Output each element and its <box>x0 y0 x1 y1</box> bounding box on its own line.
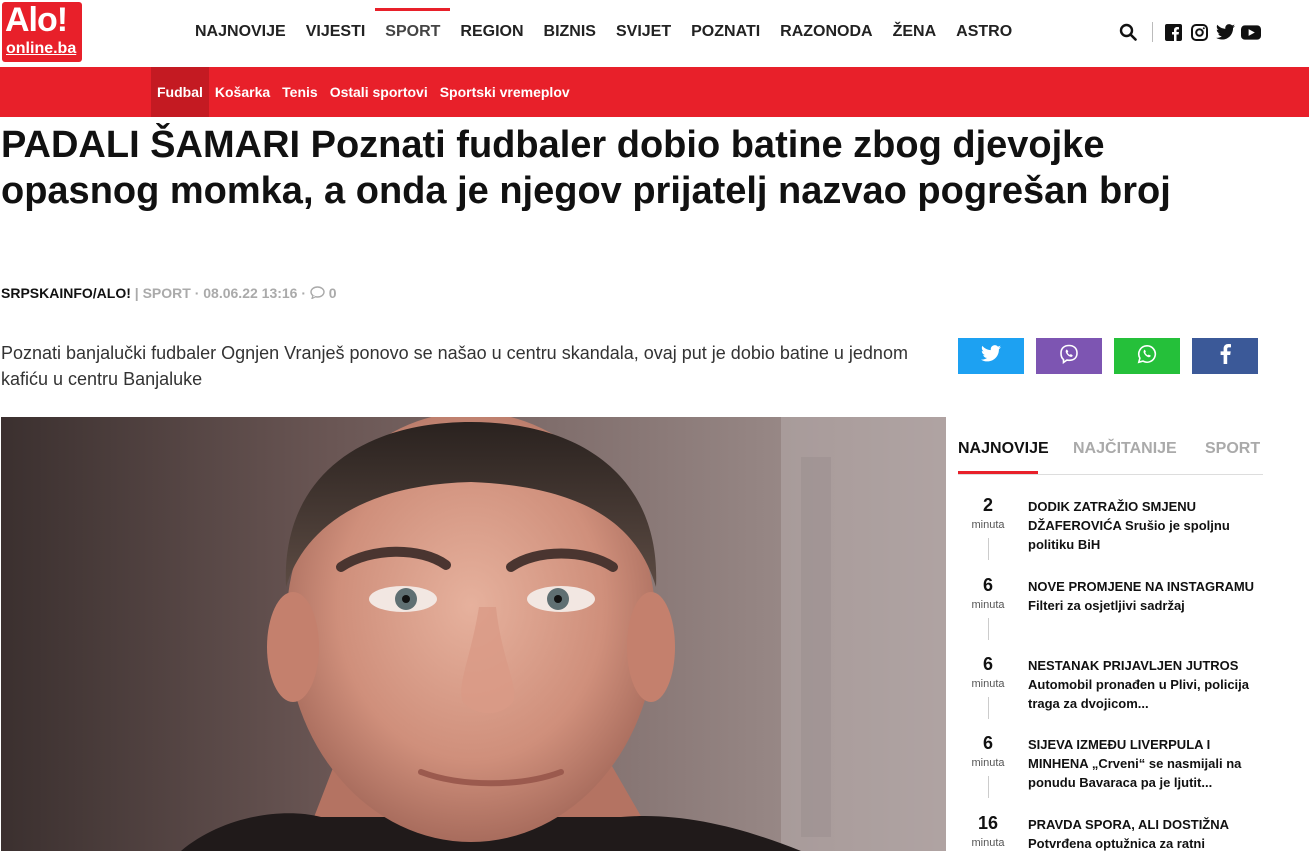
site-logo[interactable]: Alo! online.ba <box>2 1 82 62</box>
list-item[interactable]: 6 minuta NOVE PROMJENE NA INSTAGRAMU Fil… <box>958 573 1263 653</box>
news-title-kicker: PRAVDA SPORA, ALI DOSTIŽNA <box>1028 817 1229 832</box>
news-title-rest: Potvrđena optužnica za ratni <box>1028 836 1205 851</box>
subnav-item-ostali-sportovi[interactable]: Ostali sportovi <box>324 67 434 117</box>
nav-item-biznis[interactable]: BIZNIS <box>534 20 606 44</box>
twitter-icon <box>981 345 1001 367</box>
article-headline: PADALI ŠAMARI Poznati fudbaler dobio bat… <box>1 124 1171 212</box>
share-facebook-button[interactable] <box>1192 338 1258 374</box>
news-title-rest: Filteri za osjetljivi sadržaj <box>1028 598 1185 613</box>
news-time-number: 6 <box>982 575 993 595</box>
header-divider <box>1152 22 1153 42</box>
news-title-kicker: NOVE PROMJENE NA INSTAGRAMU <box>1028 579 1255 594</box>
logo-text-main: Alo! <box>5 1 68 39</box>
nav-item-astro[interactable]: ASTRO <box>946 20 1022 44</box>
nav-item-poznati[interactable]: POZNATI <box>681 20 770 44</box>
timeline-line <box>988 538 989 560</box>
list-item[interactable]: 6 minuta SIJEVA IZMEĐU LIVERPULA I MINHE… <box>958 731 1263 811</box>
subnav-item-fudbal[interactable]: Fudbal <box>151 67 209 117</box>
nav-item-razonoda[interactable]: RAZONODA <box>770 20 882 44</box>
subnav-item-tenis[interactable]: Tenis <box>276 67 324 117</box>
news-title[interactable]: NOVE PROMJENE NA INSTAGRAMU Filteri za o… <box>1028 577 1263 615</box>
article-date: · 08.06.22 13:16 · <box>194 285 307 301</box>
header-icons <box>1112 22 1261 42</box>
main-nav: NAJNOVIJE VIJESTI SPORT REGION BIZNIS SV… <box>185 8 1022 44</box>
news-time-number: 2 <box>982 495 993 515</box>
nav-item-sport[interactable]: SPORT <box>375 8 451 44</box>
news-time-number: 16 <box>977 813 999 833</box>
news-time-unit: minuta <box>971 837 1005 849</box>
facebook-icon <box>1220 343 1231 369</box>
active-tab-indicator <box>958 471 1038 474</box>
comment-count[interactable]: 0 <box>329 285 337 301</box>
instagram-icon[interactable] <box>1189 22 1209 42</box>
article-source[interactable]: SRPSKAINFO/ALO! <box>1 285 131 301</box>
tab-sport[interactable]: SPORT <box>1205 440 1260 458</box>
youtube-icon[interactable] <box>1241 22 1261 42</box>
news-title[interactable]: NESTANAK PRIJAVLJEN JUTROS Automobil pro… <box>1028 656 1263 713</box>
news-title[interactable]: DODIK ZATRAŽIO SMJENU DŽAFEROVIĆA Srušio… <box>1028 497 1263 554</box>
viber-icon <box>1059 344 1079 369</box>
tab-najcitanije[interactable]: NAJČITANIJE <box>1073 440 1177 458</box>
share-twitter-button[interactable] <box>958 338 1024 374</box>
list-item[interactable]: 2 minuta DODIK ZATRAŽIO SMJENU DŽAFEROVI… <box>958 493 1263 573</box>
timeline-line <box>988 697 989 719</box>
share-buttons <box>958 338 1270 374</box>
share-whatsapp-button[interactable] <box>1114 338 1180 374</box>
article-photo[interactable] <box>1 417 946 851</box>
nav-item-najnovije[interactable]: NAJNOVIJE <box>185 20 296 44</box>
news-time-unit: minuta <box>971 519 1005 531</box>
subnav-item-kosarka[interactable]: Košarka <box>209 67 276 117</box>
timeline-line <box>988 618 989 640</box>
article-meta: SRPSKAINFO/ALO! | SPORT · 08.06.22 13:16… <box>1 285 337 301</box>
meta-separator: | <box>134 285 139 301</box>
facebook-icon[interactable] <box>1163 22 1183 42</box>
article-category[interactable]: SPORT <box>143 285 191 301</box>
news-time-number: 6 <box>982 733 993 753</box>
news-time-unit: minuta <box>971 757 1005 769</box>
list-item[interactable]: 16 minuta PRAVDA SPORA, ALI DOSTIŽNA Pot… <box>958 811 1263 851</box>
article-lead: Poznati banjalučki fudbaler Ognjen Vranj… <box>1 343 908 389</box>
subnav-item-sportski-vremeplov[interactable]: Sportski vremeplov <box>434 67 576 117</box>
nav-item-region[interactable]: REGION <box>450 20 533 44</box>
nav-item-zena[interactable]: ŽENA <box>883 20 947 44</box>
comment-icon[interactable] <box>310 285 329 301</box>
tab-najnovije[interactable]: NAJNOVIJE <box>958 440 1049 458</box>
sidebar-tabs: NAJNOVIJE NAJČITANIJE SPORT <box>958 417 1263 475</box>
news-time-unit: minuta <box>971 599 1005 611</box>
logo-text-domain: online.ba <box>6 40 77 57</box>
news-time-number: 6 <box>982 654 993 674</box>
news-title-rest: Automobil pronađen u Plivi, policija tra… <box>1028 677 1250 711</box>
news-title-kicker: NESTANAK PRIJAVLJEN JUTROS <box>1028 658 1239 673</box>
nav-item-svijet[interactable]: SVIJET <box>606 20 681 44</box>
nav-item-vijesti[interactable]: VIJESTI <box>296 20 376 44</box>
sport-subnav: Fudbal Košarka Tenis Ostali sportovi Spo… <box>0 67 1309 117</box>
search-icon[interactable] <box>1118 22 1138 42</box>
whatsapp-icon <box>1137 344 1157 369</box>
list-item[interactable]: 6 minuta NESTANAK PRIJAVLJEN JUTROS Auto… <box>958 652 1263 732</box>
news-title[interactable]: SIJEVA IZMEĐU LIVERPULA I MINHENA „Crven… <box>1028 735 1263 792</box>
news-title[interactable]: PRAVDA SPORA, ALI DOSTIŽNA Potvrđena opt… <box>1028 815 1263 851</box>
twitter-icon[interactable] <box>1215 22 1235 42</box>
news-time-unit: minuta <box>971 678 1005 690</box>
top-header: Alo! online.ba NAJNOVIJE VIJESTI SPORT R… <box>0 0 1313 67</box>
timeline-line <box>988 776 989 798</box>
sidebar-news: NAJNOVIJE NAJČITANIJE SPORT 2 minuta DOD… <box>958 417 1263 851</box>
share-viber-button[interactable] <box>1036 338 1102 374</box>
article-photo-image <box>1 417 946 851</box>
